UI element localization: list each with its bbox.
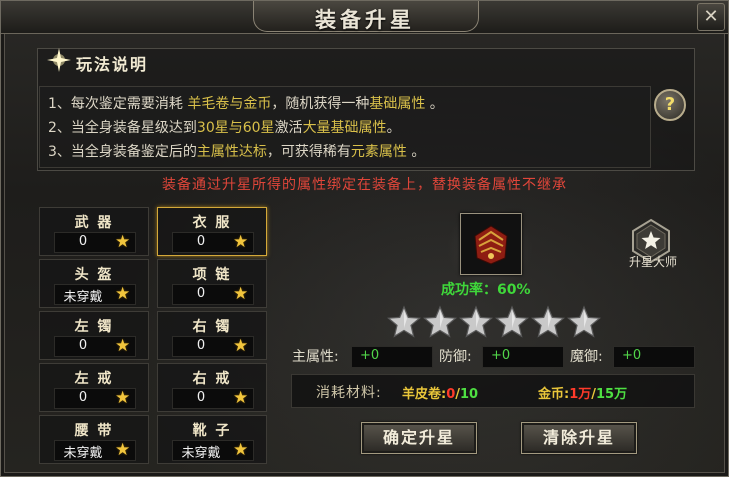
star-icon: ★: [115, 232, 131, 252]
slot-boots[interactable]: 靴 子 未穿戴 ★: [157, 415, 267, 464]
slot-right-bracelet[interactable]: 右 镯 0 ★: [157, 311, 267, 360]
star-icon: ★: [115, 388, 131, 408]
slot-name: 左 镯: [74, 319, 114, 335]
slot-name: 左 戒: [74, 371, 114, 387]
bind-warning: 装备通过升星所得的属性绑定在装备上，替换装备属性不继承: [162, 177, 567, 193]
star-icon: ★: [233, 388, 249, 408]
slot-name: 头 盔: [74, 267, 114, 283]
gold-have: 1万: [569, 387, 592, 402]
slot-value-box: 0 ★: [54, 336, 136, 357]
slot-value: 0: [78, 390, 88, 405]
gold-need: 15万: [596, 387, 628, 402]
help-button[interactable]: ?: [654, 89, 686, 121]
sparkle-icon: [47, 48, 71, 72]
slot-value: 0: [196, 234, 206, 249]
slot-value-box: 0 ★: [172, 232, 254, 253]
success-rate: 成功率：60%: [441, 282, 531, 298]
star-rating-3-icon: [459, 305, 493, 338]
rule-line-3: 3、当全身装备鉴定后的主属性达标，可获得稀有元素属性 。: [48, 144, 426, 160]
star-icon: ★: [115, 284, 131, 304]
main-attr-label: 主属性:: [292, 349, 339, 365]
rules-box: 1、每次鉴定需要消耗 羊毛卷与金币，随机获得一种基础属性 。 2、当全身装备星级…: [39, 86, 651, 168]
slot-value-box: 未穿戴 ★: [54, 440, 136, 461]
material-have: 0: [446, 387, 456, 402]
magic-defense-value: +0: [622, 348, 642, 363]
star-rating-4-icon: [495, 305, 529, 338]
slot-value-box: 未穿戴 ★: [172, 440, 254, 461]
slot-left-ring[interactable]: 左 戒 0 ★: [39, 363, 149, 412]
star-icon: ★: [233, 284, 249, 304]
star-icon: ★: [115, 336, 131, 356]
star-icon: ★: [233, 440, 249, 460]
clear-star-button[interactable]: 清除升星: [521, 422, 637, 454]
star-icon: ★: [115, 440, 131, 460]
confirm-star-button[interactable]: 确定升星: [361, 422, 477, 454]
slot-left-bracelet[interactable]: 左 镯 0 ★: [39, 311, 149, 360]
slot-value-box: 0 ★: [54, 232, 136, 253]
slot-value: 0: [78, 234, 88, 249]
star-rating-1-icon: [387, 305, 421, 338]
star-icon: ★: [233, 232, 249, 252]
slot-name: 右 戒: [192, 371, 232, 387]
magic-defense-box: +0: [613, 346, 695, 368]
material-cost: 羊皮卷:0/10: [402, 383, 478, 402]
material-need: 10: [460, 387, 479, 402]
star-rating-5-icon: [531, 305, 565, 338]
slot-name: 项 链: [192, 267, 232, 283]
defense-label: 防御:: [439, 349, 472, 365]
slot-name: 腰 带: [74, 423, 114, 439]
slot-value-box: 0 ★: [172, 336, 254, 357]
slot-name: 靴 子: [192, 423, 232, 439]
slot-value: 未穿戴: [63, 290, 103, 305]
slot-helmet[interactable]: 头 盔 未穿戴 ★: [39, 259, 149, 308]
slot-necklace[interactable]: 项 链 0 ★: [157, 259, 267, 308]
slot-weapon[interactable]: 武 器 0 ★: [39, 207, 149, 256]
defense-value: +0: [491, 348, 511, 363]
star-icon: ★: [233, 336, 249, 356]
defense-box: +0: [482, 346, 564, 368]
star-master-label: 升星大师: [628, 255, 677, 269]
rule-line-1: 1、每次鉴定需要消耗 羊毛卷与金币，随机获得一种基础属性 。: [48, 96, 444, 112]
cost-panel: 消耗材料: 羊皮卷:0/10 金币:1万/15万: [291, 374, 695, 408]
slot-name: 右 镯: [192, 319, 232, 335]
slot-value: 未穿戴: [63, 446, 103, 461]
slot-armor[interactable]: 衣 服 0 ★: [157, 207, 267, 256]
cost-label: 消耗材料:: [316, 385, 382, 401]
material-label: 羊皮卷:: [402, 387, 447, 402]
close-button[interactable]: ✕: [697, 3, 725, 31]
slot-value-box: 未穿戴 ★: [54, 284, 136, 305]
selected-item-slot[interactable]: [460, 213, 522, 275]
slot-right-ring[interactable]: 右 戒 0 ★: [157, 363, 267, 412]
gold-cost: 金币:1万/15万: [538, 383, 627, 402]
slot-value: 0: [196, 286, 206, 301]
slot-name: 衣 服: [192, 215, 232, 231]
slot-value-box: 0 ★: [172, 388, 254, 409]
slot-value: 0: [196, 338, 206, 353]
slot-value: 0: [196, 390, 206, 405]
armor-icon: [474, 225, 508, 265]
magic-defense-label: 魔御:: [570, 349, 603, 365]
slot-value: 0: [78, 338, 88, 353]
slot-value: 未穿戴: [181, 446, 221, 461]
gold-label: 金币:: [538, 387, 570, 402]
main-attr-box: +0: [351, 346, 433, 368]
info-title: 玩法说明: [76, 55, 149, 74]
equip-star-window: 装备升星 ✕ 玩法说明 1、每次鉴定需要消耗 羊毛卷与金币，随机获得一种基础属性…: [0, 0, 729, 477]
star-rating-2-icon: [423, 305, 457, 338]
star-rating-6-icon: [567, 305, 601, 338]
slot-value-box: 0 ★: [172, 284, 254, 305]
slot-belt[interactable]: 腰 带 未穿戴 ★: [39, 415, 149, 464]
main-attr-value: +0: [360, 348, 380, 363]
slot-value-box: 0 ★: [54, 388, 136, 409]
slot-name: 武 器: [74, 215, 114, 231]
window-title: 装备升星: [315, 8, 415, 32]
rule-line-2: 2、当全身装备星级达到30星与60星激活大量基础属性。: [48, 120, 401, 136]
